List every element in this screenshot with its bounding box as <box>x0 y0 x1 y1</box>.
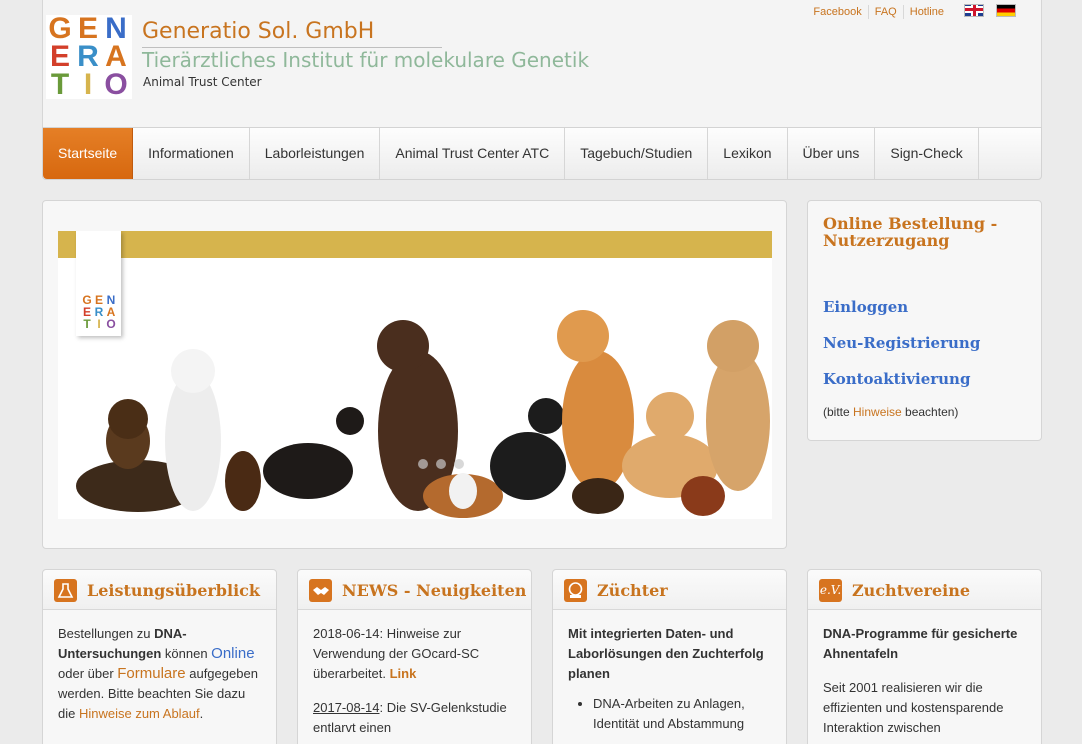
slider-pagination <box>418 459 464 469</box>
logo-letter: I <box>83 68 93 101</box>
slider-dot[interactable] <box>436 459 446 469</box>
nav-item-startseite[interactable]: Startseite <box>43 128 134 179</box>
top-links: Facebook FAQ Hotline <box>807 5 950 19</box>
card-title: Leistungsüberblick <box>87 581 260 600</box>
card-lead: Mit integrierten Daten- und Laborlösunge… <box>568 626 764 681</box>
nav-item-laborleistungen[interactable]: Laborleistungen <box>250 128 381 179</box>
logo-letter: R <box>77 40 99 73</box>
company-name: Generatio Sol. GmbH <box>142 19 375 44</box>
online-link[interactable]: Online <box>211 645 254 662</box>
flask-icon <box>54 579 77 602</box>
slider-dot[interactable] <box>418 459 428 469</box>
faq-link[interactable]: FAQ <box>867 5 903 19</box>
nav-item-lexikon[interactable]: Lexikon <box>708 128 788 179</box>
facebook-link[interactable]: Facebook <box>807 5 867 19</box>
uk-flag-icon[interactable] <box>964 4 984 17</box>
nav-item-informationen[interactable]: Informationen <box>133 128 250 179</box>
hero-slider: GEN ERA TIO <box>42 200 787 549</box>
card-body: Mit integrierten Daten- und Laborlösunge… <box>553 610 786 734</box>
text: . <box>199 706 204 721</box>
nav-item-ueber-uns[interactable]: Über uns <box>788 128 876 179</box>
site-header: G E N E R A T I O Generatio Sol. GmbH Ti… <box>42 0 1042 127</box>
login-link[interactable]: Einloggen <box>823 297 908 317</box>
login-panel: Online Bestellung - Nutzerzugang Einlogg… <box>807 200 1042 441</box>
handshake-icon <box>309 579 332 602</box>
trophy-icon <box>564 579 587 602</box>
logo-letter: G <box>48 12 72 45</box>
card-lead: DNA-Programme für gesicherte Ahnentafeln <box>823 626 1018 661</box>
card-header: Züchter <box>553 570 786 610</box>
card-title: Züchter <box>597 581 668 600</box>
site-logo[interactable]: G E N E R A T I O <box>46 12 132 101</box>
login-title: Online Bestellung - Nutzerzugang <box>823 214 998 250</box>
company-tagline: Animal Trust Center <box>143 75 262 89</box>
page: G E N E R A T I O Generatio Sol. GmbH Ti… <box>42 0 1042 744</box>
register-link[interactable]: Neu-Registrierung <box>823 333 980 353</box>
card-zuchtvereine: e.V. Zuchtvereine DNA-Programme für gesi… <box>807 569 1042 744</box>
login-note-post: beachten) <box>901 405 959 419</box>
logo-letter: E <box>77 12 98 45</box>
german-flag-icon[interactable] <box>996 4 1016 17</box>
logo-letter: T <box>50 68 70 101</box>
slider-dot[interactable] <box>454 459 464 469</box>
hotline-link[interactable]: Hotline <box>902 5 950 19</box>
news-date-link[interactable]: 2017-08-14 <box>313 700 380 715</box>
process-hints-link[interactable]: Hinweise zum Ablauf <box>79 706 200 721</box>
nav-item-tagebuch[interactable]: Tagebuch/Studien <box>565 128 709 179</box>
logo-letter: E <box>49 40 70 73</box>
hero-slide-image[interactable]: GEN ERA TIO <box>58 231 772 519</box>
card-zuechter: Züchter Mit integrierten Daten- und Labo… <box>552 569 787 744</box>
logo-letter: A <box>105 40 127 73</box>
language-switcher <box>964 4 1016 17</box>
card-leistungsueberblick: Leistungsüberblick Bestellungen zu DNA-U… <box>42 569 277 744</box>
card-text: Seit 2001 realisieren wir die effiziente… <box>823 680 1004 735</box>
card-body: Bestellungen zu DNA-Untersuchungen könne… <box>43 610 276 724</box>
list-item: DNA-Arbeiten zu Anlagen, Identität und A… <box>593 694 771 734</box>
card-header: e.V. Zuchtvereine <box>808 570 1041 610</box>
text: können <box>161 646 212 661</box>
forms-link[interactable]: Formulare <box>117 665 185 682</box>
card-title: Zuchtvereine <box>852 581 971 600</box>
login-note: (bitte Hinweise beachten) <box>823 405 958 419</box>
association-icon: e.V. <box>819 579 842 602</box>
login-note-pre: (bitte <box>823 405 854 419</box>
login-hints-link[interactable]: Hinweise <box>853 405 902 419</box>
card-header: NEWS - Neuigkeiten <box>298 570 531 610</box>
nav-item-animal-trust-center[interactable]: Animal Trust Center ATC <box>380 128 566 179</box>
logo-letter: O <box>104 68 128 101</box>
logo-letter: N <box>105 12 127 45</box>
text: oder über <box>58 666 118 681</box>
activate-account-link[interactable]: Kontoaktivierung <box>823 369 970 389</box>
text: Bestellungen zu <box>58 626 155 641</box>
news-item: 2018-06-14: Hinweise zur Verwendung der … <box>313 624 516 684</box>
card-header: Leistungsüberblick <box>43 570 276 610</box>
card-news: NEWS - Neuigkeiten 2018-06-14: Hinweise … <box>297 569 532 744</box>
news-link[interactable]: Link <box>390 666 417 681</box>
nav-item-sign-check[interactable]: Sign-Check <box>875 128 979 179</box>
main-navigation: Startseite Informationen Laborleistungen… <box>42 127 1042 180</box>
slide-banner <box>58 231 772 258</box>
news-item: 2017-08-14: Die SV-Gelenkstudie entlarvt… <box>313 698 516 738</box>
card-body: DNA-Programme für gesicherte Ahnentafeln… <box>808 610 1041 738</box>
feature-list: DNA-Arbeiten zu Anlagen, Identität und A… <box>593 694 771 734</box>
card-title: NEWS - Neuigkeiten <box>342 581 527 600</box>
dogs-illustration <box>76 310 770 518</box>
company-subtitle: Tierärztliches Institut für molekulare G… <box>142 48 590 72</box>
card-body: 2018-06-14: Hinweise zur Verwendung der … <box>298 610 531 738</box>
